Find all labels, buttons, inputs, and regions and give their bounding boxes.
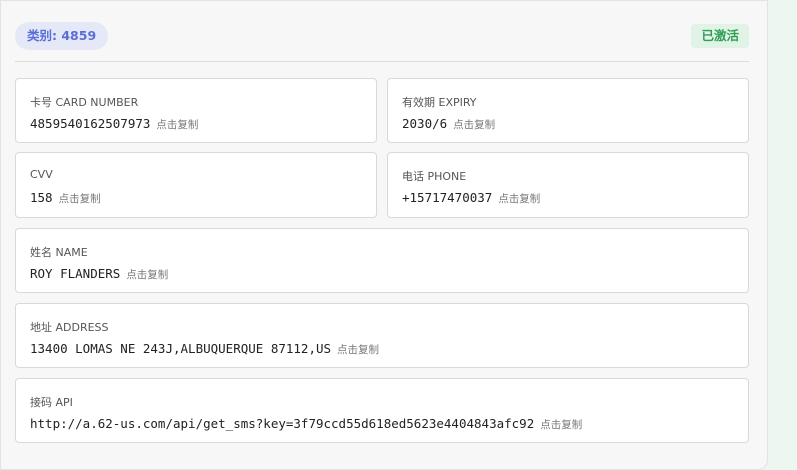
sms-api-value-row: http://a.62-us.com/api/get_sms?key=3f79c…: [30, 415, 582, 433]
category-badge: 类别: 4859: [15, 22, 109, 50]
name-field[interactable]: 姓名 NAME ROY FLANDERS 点击复制: [15, 228, 749, 293]
cvv-field[interactable]: CVV 158 点击复制: [15, 152, 377, 218]
phone-value[interactable]: +15717470037: [402, 190, 492, 205]
address-field[interactable]: 地址 ADDRESS 13400 LOMAS NE 243J,ALBUQUERQ…: [15, 303, 749, 368]
sms-api-copy-button[interactable]: 点击复制: [540, 419, 582, 431]
header-divider: [15, 61, 749, 62]
sms-api-label: 接码 API: [30, 396, 73, 409]
sms-api-field[interactable]: 接码 API http://a.62-us.com/api/get_sms?ke…: [15, 378, 749, 443]
expiry-label: 有效期 EXPIRY: [402, 96, 477, 109]
address-value-row: 13400 LOMAS NE 243J,ALBUQUERQUE 87112,US…: [30, 340, 379, 358]
expiry-copy-button[interactable]: 点击复制: [453, 119, 495, 131]
address-copy-button[interactable]: 点击复制: [337, 344, 379, 356]
name-value[interactable]: ROY FLANDERS: [30, 266, 120, 281]
name-copy-button[interactable]: 点击复制: [126, 269, 168, 281]
card-details-panel: 类别: 4859 已激活 卡号 CARD NUMBER 485954016250…: [0, 0, 768, 470]
cvv-label: CVV: [30, 168, 53, 181]
card-number-label: 卡号 CARD NUMBER: [30, 96, 139, 109]
status-badge: 已激活: [691, 24, 749, 48]
cvv-copy-button[interactable]: 点击复制: [59, 193, 101, 205]
expiry-value-row: 2030/6 点击复制: [402, 115, 495, 133]
sms-api-value[interactable]: http://a.62-us.com/api/get_sms?key=3f79c…: [30, 416, 534, 431]
phone-value-row: +15717470037 点击复制: [402, 189, 540, 207]
card-number-copy-button[interactable]: 点击复制: [156, 119, 198, 131]
phone-copy-button[interactable]: 点击复制: [498, 193, 540, 205]
expiry-value[interactable]: 2030/6: [402, 116, 447, 131]
name-value-row: ROY FLANDERS 点击复制: [30, 265, 168, 283]
address-label: 地址 ADDRESS: [30, 321, 109, 334]
card-number-field[interactable]: 卡号 CARD NUMBER 4859540162507973 点击复制: [15, 78, 377, 143]
name-label: 姓名 NAME: [30, 246, 88, 259]
card-number-value[interactable]: 4859540162507973: [30, 116, 150, 131]
card-header: 类别: 4859 已激活: [15, 22, 749, 50]
expiry-field[interactable]: 有效期 EXPIRY 2030/6 点击复制: [387, 78, 749, 143]
card-number-value-row: 4859540162507973 点击复制: [30, 115, 198, 133]
address-value[interactable]: 13400 LOMAS NE 243J,ALBUQUERQUE 87112,US: [30, 341, 331, 356]
phone-label: 电话 PHONE: [402, 170, 467, 183]
cvv-value-row: 158 点击复制: [30, 189, 101, 207]
phone-field[interactable]: 电话 PHONE +15717470037 点击复制: [387, 152, 749, 218]
cvv-value[interactable]: 158: [30, 190, 53, 205]
